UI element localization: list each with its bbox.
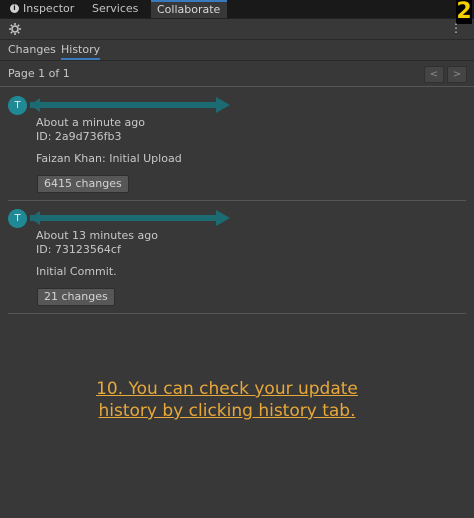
tab-inspector-label: Inspector	[23, 2, 75, 15]
panel-toolbar: ⋮	[0, 19, 474, 40]
redacted-author-mark	[30, 210, 230, 226]
tab-collaborate-label: Collaborate	[157, 3, 221, 16]
divider	[8, 313, 466, 314]
more-options-icon[interactable]: ⋮	[450, 21, 462, 35]
avatar: T	[8, 96, 27, 115]
tab-services-label: Services	[92, 2, 139, 15]
settings-icon[interactable]	[8, 22, 22, 36]
changes-count-button[interactable]: 21 changes	[37, 288, 115, 306]
commit-time: About 13 minutes ago	[36, 229, 158, 242]
tutorial-caption: 10. You can check your update history by…	[0, 378, 454, 422]
commit-message: Initial Commit.	[36, 265, 117, 278]
commit-message: Faizan Khan: Initial Upload	[36, 152, 182, 165]
subtab-history[interactable]: History	[61, 43, 101, 60]
prev-page-button[interactable]: <	[424, 66, 444, 83]
commit-id: ID: 73123564cf	[36, 243, 121, 256]
tab-inspector[interactable]: i Inspector	[4, 0, 80, 18]
pagination-bar: Page 1 of 1 < >	[0, 62, 474, 87]
next-page-button[interactable]: >	[447, 66, 467, 83]
caption-line-2: history by clicking history tab.	[98, 401, 356, 421]
redacted-author-mark	[30, 97, 230, 113]
avatar: T	[8, 209, 27, 228]
info-icon: i	[10, 3, 19, 13]
subtab-changes[interactable]: Changes	[8, 43, 56, 56]
tab-collaborate[interactable]: Collaborate	[151, 0, 227, 18]
changes-count-button[interactable]: 6415 changes	[37, 175, 129, 193]
page-indicator: Page 1 of 1	[8, 67, 70, 80]
divider	[8, 200, 466, 201]
caption-line-1: 10. You can check your update	[96, 379, 358, 399]
window-tab-bar: i Inspector Services Collaborate	[0, 0, 474, 19]
tab-services[interactable]: Services	[86, 0, 144, 18]
commit-id: ID: 2a9d736fb3	[36, 130, 122, 143]
subtab-bar: Changes History	[0, 40, 474, 61]
commit-time: About a minute ago	[36, 116, 146, 129]
